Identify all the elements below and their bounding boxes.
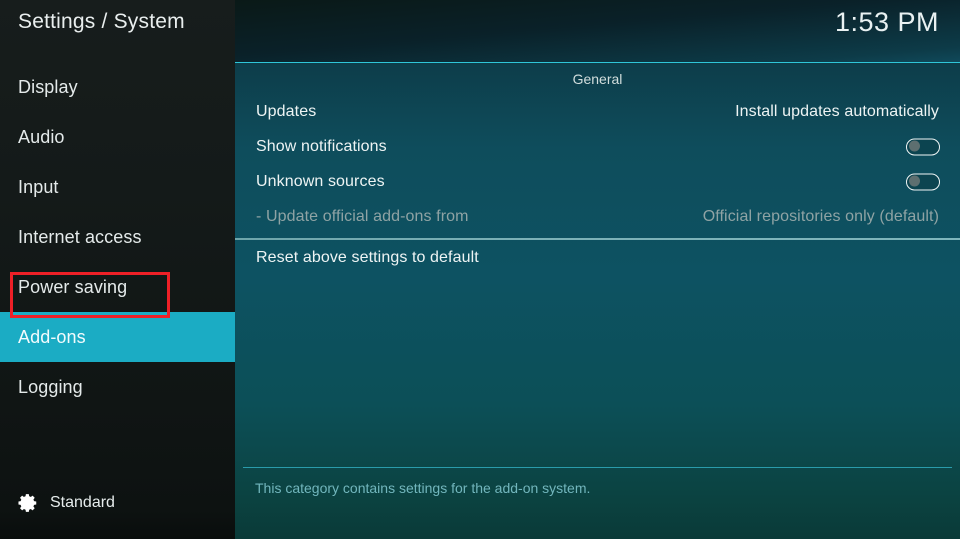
toggle-knob bbox=[908, 140, 920, 152]
settings-row-update-official-add-ons-from: - Update official add-ons from Official r… bbox=[235, 199, 960, 234]
gear-icon bbox=[18, 494, 37, 512]
settings-level-label: Standard bbox=[50, 494, 115, 511]
toggle-knob bbox=[908, 175, 920, 187]
sidebar-item-add-ons[interactable]: Add-ons bbox=[0, 312, 235, 362]
sidebar-item-label: Add-ons bbox=[18, 326, 86, 347]
sidebar-item-input[interactable]: Input bbox=[0, 162, 235, 212]
settings-row-list: Updates Install updates automatically Show… bbox=[235, 94, 960, 234]
footer-divider bbox=[243, 467, 952, 468]
settings-row-label: Unknown sources bbox=[256, 172, 385, 190]
clock: 1:53 PM bbox=[834, 7, 939, 37]
sidebar-item-label: Logging bbox=[18, 376, 83, 397]
settings-row-updates[interactable]: Updates Install updates automatically bbox=[235, 94, 960, 129]
sidebar-item-internet-access[interactable]: Internet access bbox=[0, 212, 235, 262]
sidebar-item-label: Internet access bbox=[18, 226, 142, 247]
sidebar-item-label: Audio bbox=[18, 126, 65, 147]
page-title: Settings / System bbox=[18, 10, 185, 33]
sidebar-item-logging[interactable]: Logging bbox=[0, 362, 235, 412]
sidebar-item-label: Power saving bbox=[18, 276, 128, 297]
category-description: This category contains settings for the … bbox=[255, 480, 591, 496]
settings-row-label: Updates bbox=[256, 102, 317, 120]
settings-row-show-notifications[interactable]: Show notifications bbox=[235, 129, 960, 164]
kodi-settings-screen: 1:53 PM General Updates Install updates a… bbox=[0, 0, 960, 539]
header-divider bbox=[235, 62, 960, 63]
section-title: General bbox=[572, 71, 623, 87]
toggle-switch-unknown-sources[interactable] bbox=[906, 173, 940, 190]
settings-level-bar[interactable]: Standard bbox=[0, 467, 235, 539]
reset-block: Reset above settings to default bbox=[235, 238, 960, 278]
header-bar: 1:53 PM bbox=[235, 0, 960, 62]
settings-row-label: - Update official add-ons from bbox=[256, 207, 469, 225]
toggle-switch-show-notifications[interactable] bbox=[906, 138, 940, 155]
sidebar-item-power-saving[interactable]: Power saving bbox=[0, 262, 235, 312]
reset-settings-label: Reset above settings to default bbox=[256, 248, 479, 266]
settings-row-unknown-sources[interactable]: Unknown sources bbox=[235, 164, 960, 199]
sidebar-item-label: Display bbox=[18, 76, 78, 97]
settings-row-value[interactable]: Install updates automatically bbox=[735, 103, 939, 121]
reset-settings-row[interactable]: Reset above settings to default bbox=[235, 240, 960, 275]
sidebar-item-label: Input bbox=[18, 176, 59, 197]
sidebar-item-audio[interactable]: Audio bbox=[0, 112, 235, 162]
sidebar-item-display[interactable]: Display bbox=[0, 62, 235, 112]
settings-row-label: Show notifications bbox=[256, 137, 387, 155]
sidebar-nav: Display Audio Input Internet access Power sa… bbox=[0, 62, 235, 412]
settings-row-value: Official repositories only (default) bbox=[702, 207, 939, 225]
sidebar: Settings / System Display Audio Input Inter… bbox=[0, 0, 235, 539]
